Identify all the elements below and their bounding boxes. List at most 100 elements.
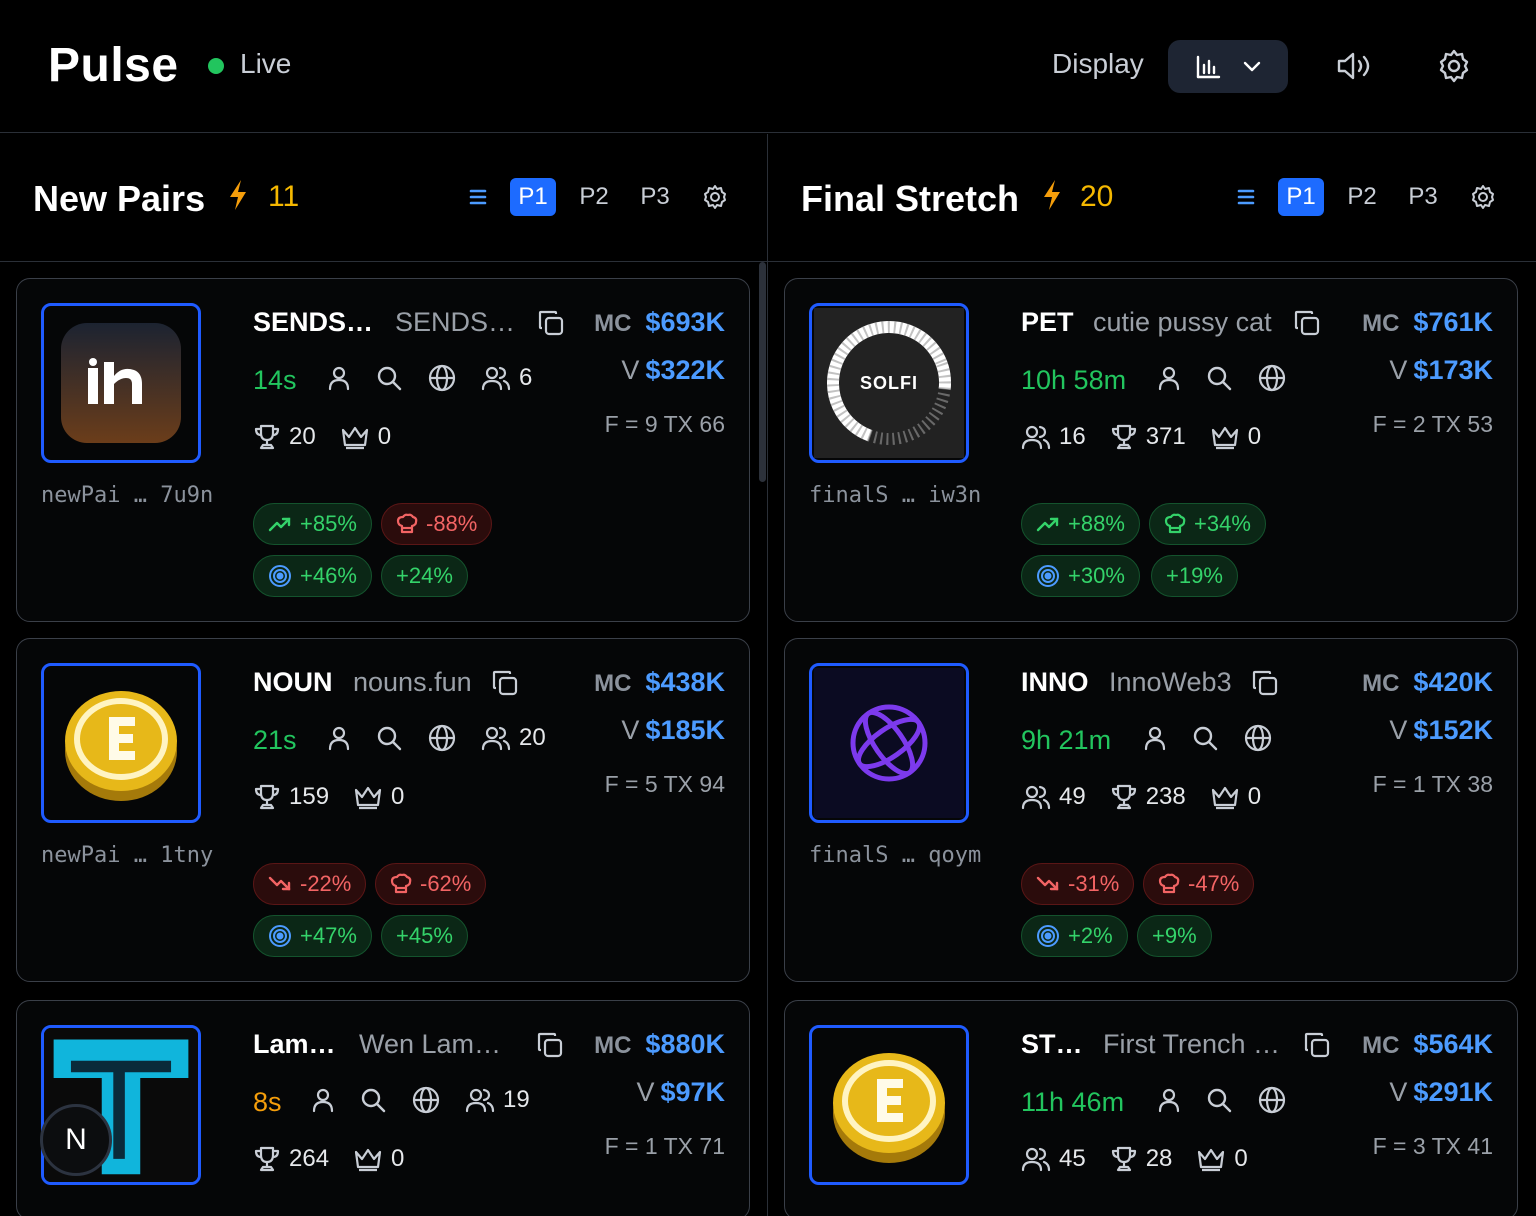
target-icon	[268, 924, 292, 948]
tab-p1[interactable]: P1	[1278, 178, 1324, 216]
tab-p3[interactable]: P3	[632, 178, 678, 216]
metric-pill: -22%	[253, 863, 367, 905]
metric-pill: -62%	[375, 863, 487, 905]
market-cap-label: MC	[594, 1032, 632, 1059]
metric-pill: +2%	[1021, 915, 1128, 957]
search-stat[interactable]	[375, 364, 403, 392]
gear-icon[interactable]	[702, 184, 728, 215]
metric-value: -88%	[426, 511, 478, 536]
copy-icon[interactable]	[1303, 1031, 1331, 1064]
search-stat[interactable]	[359, 1086, 387, 1114]
crown-icon	[1196, 1146, 1226, 1172]
dev-stat[interactable]	[1157, 365, 1181, 391]
metric-pill: +45%	[381, 915, 468, 957]
search-stat[interactable]	[375, 724, 403, 752]
holders-count: 49	[1059, 783, 1086, 810]
website-stat[interactable]	[427, 723, 457, 753]
metric-value: +88%	[1068, 511, 1125, 536]
token-card[interactable]: SOLFI finalS … iw3n PET cutie pussy cat …	[784, 278, 1518, 622]
gear-icon	[1436, 48, 1472, 84]
copy-icon[interactable]	[1293, 309, 1321, 342]
token-address[interactable]: finalS … iw3n	[809, 483, 981, 508]
market-cap-label: MC	[594, 670, 632, 697]
tab-p2[interactable]: P2	[571, 178, 617, 216]
crown-icon	[1210, 784, 1240, 810]
crown-icon	[1210, 424, 1240, 450]
search-stat[interactable]	[1191, 724, 1219, 752]
token-ticker: Lam…	[253, 1029, 336, 1059]
crown-count: 0	[377, 423, 392, 450]
copy-icon[interactable]	[1251, 669, 1279, 702]
metric-value: +47%	[300, 923, 357, 948]
scrollbar-thumb[interactable]	[759, 262, 766, 482]
sound-button[interactable]	[1334, 46, 1374, 86]
volume-value: $173K	[1413, 355, 1493, 385]
dev-stat[interactable]	[311, 1087, 335, 1113]
user-icon	[327, 725, 351, 751]
metric-pill: +34%	[1149, 503, 1266, 545]
holders-count: 20	[519, 724, 546, 751]
token-image[interactable]	[41, 663, 201, 823]
list-icon[interactable]	[1234, 186, 1258, 213]
dev-stat[interactable]	[1157, 1087, 1181, 1113]
column-divider	[767, 134, 768, 1216]
copy-icon[interactable]	[491, 669, 519, 702]
social-links-row	[1157, 1085, 1311, 1115]
stats-row: 264 0	[253, 1145, 428, 1173]
token-image[interactable]	[809, 1025, 969, 1185]
users-icon	[481, 725, 511, 751]
chef-icon	[390, 873, 412, 895]
dev-stat[interactable]	[327, 365, 351, 391]
display-dropdown-button[interactable]	[1168, 40, 1288, 93]
copy-icon[interactable]	[537, 309, 565, 342]
dev-stat[interactable]	[327, 725, 351, 751]
website-stat[interactable]	[427, 363, 457, 393]
metric-value: -31%	[1068, 871, 1120, 896]
bolt-icon	[1040, 178, 1064, 217]
tab-p2[interactable]: P2	[1339, 178, 1385, 216]
crown-stat: 0	[1210, 783, 1261, 811]
trophy-count: 371	[1145, 423, 1186, 450]
globe-icon	[1257, 1085, 1287, 1115]
chevron-down-icon	[1243, 61, 1261, 73]
market-cap-value: $564K	[1413, 1029, 1493, 1059]
gear-icon[interactable]	[1470, 184, 1496, 215]
token-logo-text: SOLFI	[860, 372, 918, 393]
tab-p3[interactable]: P3	[1400, 178, 1446, 216]
trend-up-icon	[268, 516, 292, 532]
settings-button[interactable]	[1434, 46, 1474, 86]
token-card[interactable]: newPai … 1tny NOUN nouns.fun MC $438K V $1…	[16, 638, 750, 982]
tab-p1[interactable]: P1	[510, 178, 556, 216]
metric-pill: +47%	[253, 915, 372, 957]
website-stat[interactable]	[1243, 723, 1273, 753]
token-address[interactable]: newPai … 1tny	[41, 843, 213, 868]
website-stat[interactable]	[411, 1085, 441, 1115]
market-cap-value: $880K	[645, 1029, 725, 1059]
token-address[interactable]: finalS … qoym	[809, 843, 981, 868]
token-age: 8s	[253, 1087, 282, 1117]
fee-tx-count: F = 1 TX 38	[1372, 771, 1493, 797]
bar-chart-icon	[1195, 55, 1221, 79]
search-stat[interactable]	[1205, 364, 1233, 392]
website-stat[interactable]	[1257, 1085, 1287, 1115]
holders-stat: 19	[465, 1086, 530, 1114]
search-stat[interactable]	[1205, 1086, 1233, 1114]
list-icon[interactable]	[466, 186, 490, 213]
dev-stat[interactable]	[1143, 725, 1167, 751]
token-image[interactable]	[41, 303, 201, 463]
globe-icon	[411, 1085, 441, 1115]
token-image[interactable]: SOLFI	[809, 303, 969, 463]
website-stat[interactable]	[1257, 363, 1287, 393]
copy-icon[interactable]	[536, 1031, 564, 1064]
metric-pill: +9%	[1137, 915, 1212, 957]
token-card[interactable]: Lam… Wen Lam… MC $880K V $97K F = 1 TX 71 …	[16, 1000, 750, 1216]
token-address[interactable]: newPai … 7u9n	[41, 483, 213, 508]
trophy-icon	[1110, 783, 1138, 811]
token-card[interactable]: newPai … 7u9n SENDS… SENDS… MC $693K V $32…	[16, 278, 750, 622]
token-card[interactable]: ST… First Trench … MC $564K V $291K F = 3 …	[784, 1000, 1518, 1216]
user-icon	[1143, 725, 1167, 751]
search-icon	[1205, 1086, 1233, 1114]
token-image[interactable]	[809, 663, 969, 823]
token-card[interactable]: finalS … qoym INNO InnoWeb3 MC $420K V $15…	[784, 638, 1518, 982]
floating-avatar-button[interactable]: N	[40, 1104, 112, 1176]
